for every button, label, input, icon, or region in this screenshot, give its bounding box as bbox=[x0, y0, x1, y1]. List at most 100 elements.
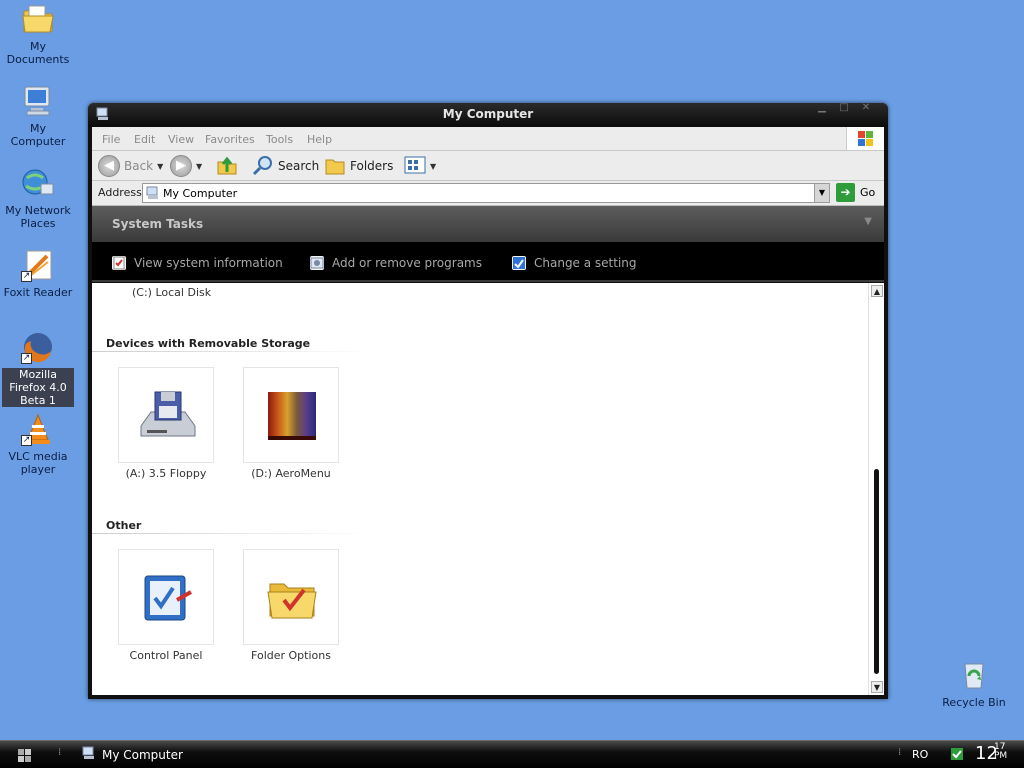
taskbar: ⁞ My Computer ⁞ RO 12 17 PM bbox=[0, 740, 1024, 768]
menu-view[interactable]: View bbox=[168, 133, 194, 146]
desktop-icon-my-network-places[interactable]: My Network Places bbox=[0, 166, 76, 230]
menu-bar: File Edit View Favorites Tools Help bbox=[92, 127, 884, 151]
taskbar-button-my-computer[interactable]: My Computer bbox=[82, 746, 183, 763]
task-label: Change a setting bbox=[534, 256, 637, 270]
desktop-icon-label: My Network Places bbox=[5, 204, 71, 230]
back-label: Back bbox=[124, 159, 154, 173]
windows-logo-icon bbox=[18, 749, 31, 762]
task-change-a-setting[interactable]: Change a setting bbox=[512, 256, 637, 270]
folder-options-tile[interactable] bbox=[243, 549, 339, 645]
folder-options-label: Folder Options bbox=[251, 649, 331, 662]
menu-file[interactable]: File bbox=[102, 133, 120, 146]
toolbar-grip[interactable]: ⁞ bbox=[58, 747, 61, 758]
chevron-down-icon[interactable]: ▼ bbox=[157, 162, 163, 171]
go-arrow-icon: ➔ bbox=[836, 183, 855, 202]
desktop-icon-label: Recycle Bin bbox=[942, 696, 1006, 709]
my-computer-window: My Computer ▁ □ ✕ File Edit View Favorit… bbox=[88, 103, 888, 699]
views-icon bbox=[404, 156, 426, 177]
system-tasks-title: System Tasks bbox=[112, 217, 204, 231]
forward-button[interactable]: ▶ ▼ bbox=[170, 155, 202, 177]
desktop-icon-mozilla-firefox[interactable]: ↗ Mozilla Firefox 4.0 Beta 1 bbox=[0, 330, 76, 407]
scroll-up-icon[interactable]: ▲ bbox=[871, 285, 883, 297]
desktop-icon-foxit-reader[interactable]: ↗ Foxit Reader bbox=[0, 248, 76, 299]
firefox-icon: ↗ bbox=[21, 330, 55, 364]
group-title-removable-storage: Devices with Removable Storage bbox=[106, 337, 311, 350]
desktop-icon-label: My Documents bbox=[6, 40, 70, 66]
group-divider bbox=[92, 351, 372, 352]
task-label: View system information bbox=[134, 256, 283, 270]
system-tasks-panel: View system information Add or remove pr… bbox=[92, 242, 884, 282]
chevron-down-icon[interactable]: ▼ bbox=[814, 184, 829, 202]
views-button[interactable]: ▼ bbox=[404, 155, 436, 177]
task-view-system-information[interactable]: View system information bbox=[112, 256, 283, 270]
desktop-icon-label: Mozilla Firefox 4.0 Beta 1 bbox=[2, 368, 74, 407]
shortcut-arrow-icon: ↗ bbox=[21, 435, 32, 446]
folder-documents-icon bbox=[21, 2, 55, 36]
menu-edit[interactable]: Edit bbox=[134, 133, 155, 146]
scroll-down-icon[interactable]: ▼ bbox=[871, 681, 883, 693]
menu-tools[interactable]: Tools bbox=[266, 133, 293, 146]
desktop-icon-vlc-media-player[interactable]: ↗ VLC media player bbox=[0, 412, 76, 476]
language-indicator[interactable]: RO bbox=[912, 748, 928, 761]
folder-content-pane: (C:) Local Disk Devices with Removable S… bbox=[92, 283, 884, 695]
floppy-drive-tile[interactable] bbox=[118, 367, 214, 463]
clock-minute-ampm[interactable]: 17 PM bbox=[994, 743, 1007, 761]
control-panel-tile[interactable] bbox=[118, 549, 214, 645]
folders-icon bbox=[324, 154, 346, 179]
task-label: Add or remove programs bbox=[332, 256, 482, 270]
group-title-other: Other bbox=[106, 519, 142, 532]
computer-icon bbox=[21, 84, 55, 118]
start-button[interactable] bbox=[10, 745, 40, 765]
computer-icon bbox=[146, 186, 160, 203]
chevron-down-icon[interactable]: ▼ bbox=[196, 162, 202, 171]
window-title: My Computer bbox=[442, 107, 534, 121]
network-places-icon bbox=[21, 166, 55, 200]
menu-favorites[interactable]: Favorites bbox=[205, 133, 255, 146]
search-label: Search bbox=[278, 159, 320, 173]
safely-remove-hardware-icon[interactable] bbox=[950, 747, 964, 764]
go-label: Go bbox=[860, 186, 876, 199]
shortcut-arrow-icon: ↗ bbox=[21, 353, 32, 364]
desktop-icon-label: Foxit Reader bbox=[3, 286, 73, 299]
scrollbar-thumb[interactable] bbox=[874, 469, 879, 674]
chevron-down-icon[interactable]: ▼ bbox=[864, 216, 872, 227]
maximize-button[interactable]: □ bbox=[836, 103, 852, 113]
recycle-bin-icon bbox=[957, 658, 991, 692]
floppy-drive-label: (A:) 3.5 Floppy bbox=[125, 467, 207, 480]
address-field[interactable]: My Computer ▼ bbox=[142, 183, 830, 203]
add-remove-programs-icon bbox=[310, 256, 324, 270]
forward-arrow-icon: ▶ bbox=[170, 155, 192, 177]
task-add-remove-programs[interactable]: Add or remove programs bbox=[310, 256, 482, 270]
folder-options-icon bbox=[244, 583, 340, 649]
desktop-icon-label: My Computer bbox=[10, 122, 66, 148]
floppy-drive-icon bbox=[119, 391, 215, 467]
address-bar: Address My Computer ▼ ➔ Go bbox=[92, 181, 884, 206]
folders-button[interactable]: Folders bbox=[324, 155, 393, 177]
vertical-scrollbar[interactable]: ▲ ▼ bbox=[868, 283, 884, 695]
close-button[interactable]: ✕ bbox=[858, 103, 874, 113]
vlc-icon: ↗ bbox=[21, 412, 55, 446]
local-disk-item[interactable]: (C:) Local Disk bbox=[132, 286, 211, 299]
up-button[interactable] bbox=[216, 155, 238, 177]
back-arrow-icon: ◀ bbox=[98, 155, 120, 177]
address-label: Address bbox=[98, 186, 142, 199]
title-bar[interactable]: My Computer ▁ □ ✕ bbox=[88, 103, 888, 127]
go-button[interactable]: ➔ Go bbox=[836, 183, 875, 202]
tray-grip[interactable]: ⁞ bbox=[898, 747, 901, 758]
system-tasks-header[interactable]: System Tasks ▼ bbox=[92, 206, 884, 242]
desktop-icon-my-computer[interactable]: My Computer bbox=[0, 84, 76, 148]
minimize-button[interactable]: ▁ bbox=[814, 103, 830, 113]
desktop-icon-my-documents[interactable]: My Documents bbox=[0, 2, 76, 66]
computer-icon bbox=[82, 746, 96, 763]
window-controls: ▁ □ ✕ bbox=[814, 103, 874, 113]
cd-drive-tile[interactable] bbox=[243, 367, 339, 463]
chevron-down-icon[interactable]: ▼ bbox=[430, 162, 436, 171]
up-folder-icon bbox=[216, 154, 238, 179]
clock-ampm: PM bbox=[994, 751, 1008, 761]
shortcut-arrow-icon: ↗ bbox=[21, 271, 32, 282]
back-button[interactable]: ◀ Back ▼ bbox=[98, 155, 163, 177]
menu-help[interactable]: Help bbox=[307, 133, 332, 146]
desktop-icon-recycle-bin[interactable]: Recycle Bin bbox=[936, 658, 1012, 709]
search-button[interactable]: Search bbox=[252, 155, 319, 177]
windows-logo-icon bbox=[846, 127, 884, 150]
